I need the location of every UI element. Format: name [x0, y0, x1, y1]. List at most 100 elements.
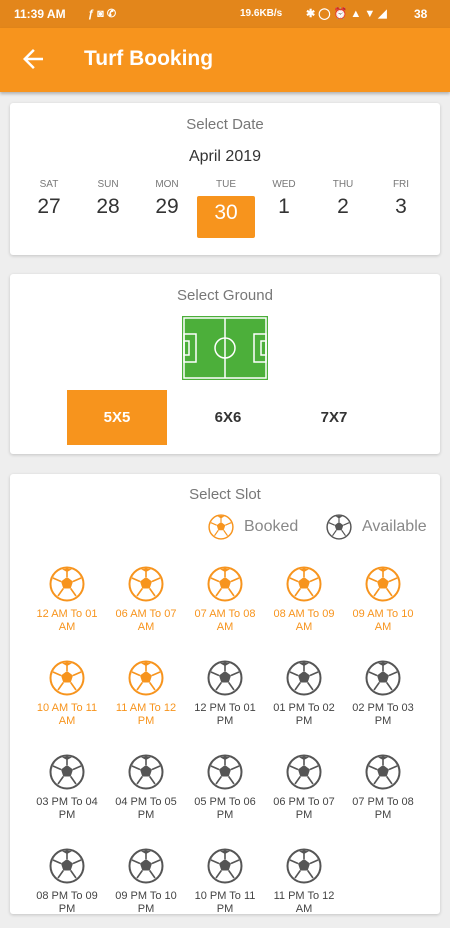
slot-booked[interactable]: 07 AM To 08 AM: [186, 566, 264, 646]
slot-label: 08 PM To 09 PM: [36, 890, 98, 915]
soccer-ball-icon: [286, 566, 322, 602]
football-field-icon: [182, 316, 268, 380]
slot-available[interactable]: 08 PM To 09 PM: [28, 848, 106, 928]
booked-legend-icon: [208, 514, 234, 540]
day-name: SUN: [97, 179, 119, 190]
soccer-ball-icon: [207, 566, 243, 602]
slot-label: 10 AM To 11 AM: [36, 702, 98, 727]
month-label: April 2019: [188, 148, 262, 165]
day-name: THU: [332, 179, 354, 190]
slot-label: 01 PM To 02 PM: [273, 702, 335, 727]
soccer-ball-icon: [365, 660, 401, 696]
slot-label: 04 PM To 05 PM: [115, 796, 177, 821]
network-speed: 19.6KB/s: [240, 8, 283, 19]
day-thu[interactable]: THU 2: [314, 179, 372, 219]
day-mon[interactable]: MON 29: [138, 179, 196, 219]
day-date: 3: [395, 195, 407, 218]
soccer-ball-icon: [207, 660, 243, 696]
slot-available[interactable]: 10 PM To 11 PM: [186, 848, 264, 928]
available-legend-icon: [326, 514, 352, 540]
ground-card: Select Ground 5X5 6X6 7X7: [10, 274, 440, 454]
slot-available[interactable]: 11 PM To 12 AM: [265, 848, 343, 928]
slot-label: 08 AM To 09 AM: [273, 608, 335, 633]
slot-available[interactable]: 02 PM To 03 PM: [344, 660, 422, 740]
slot-booked[interactable]: 09 AM To 10 AM: [344, 566, 422, 646]
date-card: Select Date April 2019 SAT 27 SUN 28 MON…: [10, 103, 440, 255]
battery-level: 38: [414, 7, 428, 21]
slot-available[interactable]: 12 PM To 01 PM: [186, 660, 264, 740]
slot-booked[interactable]: 10 AM To 11 AM: [28, 660, 106, 740]
soccer-ball-icon: [286, 660, 322, 696]
slot-label: 07 AM To 08 AM: [194, 608, 256, 633]
soccer-ball-icon: [128, 754, 164, 790]
ground-option-6x6[interactable]: 6X6: [178, 390, 278, 445]
day-name: TUE: [216, 179, 236, 190]
slot-available[interactable]: 03 PM To 04 PM: [28, 754, 106, 834]
select-ground-title: Select Ground: [177, 287, 273, 304]
slot-available[interactable]: 04 PM To 05 PM: [107, 754, 185, 834]
notification-icons: ƒ ◙ ✆: [88, 8, 117, 20]
slot-label: 12 AM To 01 AM: [36, 608, 98, 633]
day-date: 30: [214, 201, 238, 224]
soccer-ball-icon: [365, 754, 401, 790]
day-name: FRI: [392, 179, 410, 190]
slot-label: 06 AM To 07 AM: [115, 608, 177, 633]
arrow-left-icon[interactable]: [18, 44, 48, 74]
soccer-ball-icon: [49, 566, 85, 602]
soccer-ball-icon: [49, 660, 85, 696]
soccer-ball-icon: [128, 848, 164, 884]
ground-option-5x5[interactable]: 5X5: [67, 390, 167, 445]
soccer-ball-icon: [128, 660, 164, 696]
slot-label: 09 PM To 10 PM: [115, 890, 177, 915]
select-slot-title: Select Slot: [189, 486, 261, 503]
day-tue-selected[interactable]: TUE 30: [197, 179, 255, 238]
slot-available[interactable]: 07 PM To 08 PM: [344, 754, 422, 834]
status-bar: 11:39 AM ƒ ◙ ✆ 19.6KB/s ✱ ◯ ⏰ ▲ ▼ ◢ 38: [0, 0, 450, 28]
status-time: 11:39 AM: [14, 7, 66, 21]
day-name: SAT: [39, 179, 59, 190]
slot-label: 07 PM To 08 PM: [352, 796, 414, 821]
page-title: Turf Booking: [84, 47, 214, 70]
slot-label: 05 PM To 06 PM: [194, 796, 256, 821]
app-bar: Turf Booking: [0, 28, 450, 92]
soccer-ball-icon: [49, 848, 85, 884]
slot-label: 09 AM To 10 AM: [352, 608, 414, 633]
day-date: 29: [155, 195, 179, 218]
slot-available[interactable]: 05 PM To 06 PM: [186, 754, 264, 834]
day-name: MON: [155, 179, 179, 190]
day-wed[interactable]: WED 1: [255, 179, 313, 219]
slot-available[interactable]: 06 PM To 07 PM: [265, 754, 343, 834]
slot-label: 11 AM To 12 PM: [115, 702, 177, 727]
soccer-ball-icon: [128, 566, 164, 602]
select-date-title: Select Date: [186, 116, 264, 133]
slot-booked[interactable]: 11 AM To 12 PM: [107, 660, 185, 740]
soccer-ball-icon: [49, 754, 85, 790]
slot-available[interactable]: 01 PM To 02 PM: [265, 660, 343, 740]
slot-available[interactable]: 09 PM To 10 PM: [107, 848, 185, 928]
slot-label: 10 PM To 11 PM: [194, 890, 256, 915]
day-date: 27: [37, 195, 61, 218]
day-fri[interactable]: FRI 3: [372, 179, 430, 219]
available-legend-label: Available: [362, 518, 427, 535]
day-date: 1: [278, 195, 290, 218]
soccer-ball-icon: [286, 848, 322, 884]
slot-label: 06 PM To 07 PM: [273, 796, 335, 821]
day-date: 2: [337, 195, 349, 218]
ground-option-7x7[interactable]: 7X7: [284, 390, 384, 445]
day-sat[interactable]: SAT 27: [20, 179, 78, 219]
slot-card: Select Slot Booked Available 12 AM To 01…: [10, 474, 440, 915]
soccer-ball-icon: [286, 754, 322, 790]
slot-label: 02 PM To 03 PM: [352, 702, 414, 727]
day-sun[interactable]: SUN 28: [79, 179, 137, 219]
slot-booked[interactable]: 06 AM To 07 AM: [107, 566, 185, 646]
booked-legend-label: Booked: [244, 518, 299, 535]
slot-booked[interactable]: 12 AM To 01 AM: [28, 566, 106, 646]
slot-label: 12 PM To 01 PM: [194, 702, 256, 727]
soccer-ball-icon: [365, 566, 401, 602]
day-name: WED: [272, 179, 296, 190]
slot-label: 03 PM To 04 PM: [36, 796, 98, 821]
day-date: 28: [96, 195, 120, 218]
slot-booked[interactable]: 08 AM To 09 AM: [265, 566, 343, 646]
soccer-ball-icon: [207, 848, 243, 884]
slot-label: 11 PM To 12 AM: [273, 890, 335, 915]
